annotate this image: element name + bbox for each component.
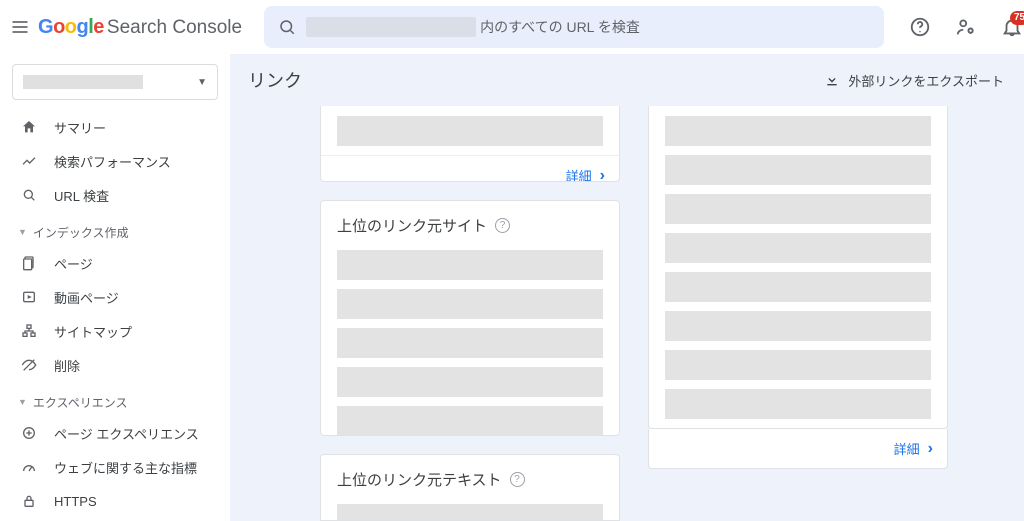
sidebar-item-label: 動画ページ xyxy=(54,288,119,307)
card-top-linking-text: 上位のリンク元テキスト ? xyxy=(320,454,620,521)
left-column: 詳細 › 上位のリンク元サイト ? xyxy=(320,106,620,521)
sitemap-icon xyxy=(18,323,40,339)
list-item[interactable] xyxy=(665,389,931,419)
plus-circle-icon xyxy=(18,425,40,441)
selected-property-redacted xyxy=(23,75,143,89)
list-item[interactable] xyxy=(337,504,603,521)
top-right-icons: 75 xyxy=(900,7,1024,47)
notification-badge: 75 xyxy=(1010,11,1024,25)
sidebar: ▼ サマリー 検索パフォーマンス URL 検査 ▼ インデックス作成 ページ 動… xyxy=(0,54,230,521)
sidebar-item-https[interactable]: HTTPS xyxy=(0,484,220,518)
sidebar-item-summary[interactable]: サマリー xyxy=(0,110,220,144)
speed-icon xyxy=(18,459,40,475)
list-item[interactable] xyxy=(665,311,931,341)
sidebar-item-label: 削除 xyxy=(54,356,80,375)
sidebar-item-url-inspect[interactable]: URL 検査 xyxy=(0,178,220,212)
card-title: 上位のリンク元テキスト xyxy=(337,469,502,490)
export-label: 外部リンクをエクスポート xyxy=(848,71,1004,90)
help-tooltip-icon[interactable]: ? xyxy=(495,218,510,233)
notifications-icon[interactable]: 75 xyxy=(992,7,1024,47)
url-inspect-search[interactable]: 内のすべての URL を検査 xyxy=(264,6,884,48)
chevron-right-icon: › xyxy=(928,440,933,458)
page-header: リンク 外部リンクをエクスポート xyxy=(230,54,1024,106)
home-icon xyxy=(18,119,40,135)
top-bar: Google Search Console 内のすべての URL を検査 75 xyxy=(0,0,1024,54)
search-icon xyxy=(18,187,40,203)
lock-icon xyxy=(18,493,40,509)
sidebar-item-label: URL 検査 xyxy=(54,186,109,205)
list-item[interactable] xyxy=(665,233,931,263)
card-more-button[interactable]: 詳細 › xyxy=(321,155,619,182)
card-title: 上位のリンク元サイト xyxy=(337,215,487,236)
card-top-linking-sites: 上位のリンク元サイト ? 詳細 › xyxy=(320,200,620,436)
product-name: Search Console xyxy=(107,17,242,39)
section-label: エクスペリエンス xyxy=(33,394,128,411)
sidebar-item-label: サイトマップ xyxy=(54,322,132,341)
sidebar-item-removals[interactable]: 削除 xyxy=(0,348,220,382)
more-label: 詳細 xyxy=(566,166,592,182)
main-content: リンク 外部リンクをエクスポート 詳細 › xyxy=(230,54,1024,521)
sidebar-item-performance[interactable]: 検索パフォーマンス xyxy=(0,144,220,178)
sidebar-item-sitemaps[interactable]: サイトマップ xyxy=(0,314,220,348)
list-item[interactable] xyxy=(337,289,603,319)
section-label: インデックス作成 xyxy=(33,224,129,241)
sidebar-item-label: サマリー xyxy=(54,118,106,137)
property-selector[interactable]: ▼ xyxy=(12,64,218,100)
help-icon[interactable] xyxy=(900,7,940,47)
hamburger-menu-icon[interactable] xyxy=(10,7,30,47)
search-icon xyxy=(278,18,296,36)
caret-down-icon: ▼ xyxy=(197,77,207,88)
google-search-console-logo[interactable]: Google Search Console xyxy=(38,16,242,39)
property-name-redacted xyxy=(306,17,476,37)
caret-down-icon: ▼ xyxy=(18,397,27,407)
right-column: 詳細 › xyxy=(648,106,948,521)
card-internal-links xyxy=(648,106,948,429)
list-item[interactable] xyxy=(665,272,931,302)
download-icon xyxy=(824,72,840,88)
list-item[interactable] xyxy=(337,116,603,146)
sidebar-item-label: 検索パフォーマンス xyxy=(54,152,171,171)
sidebar-section-experience[interactable]: ▼ エクスペリエンス xyxy=(0,388,220,416)
list-item[interactable] xyxy=(337,250,603,280)
cards-area: 詳細 › 上位のリンク元サイト ? xyxy=(230,106,1024,521)
sidebar-item-page-experience[interactable]: ページ エクスペリエンス xyxy=(0,416,220,450)
sidebar-item-label: ウェブに関する主な指標 xyxy=(54,458,197,477)
more-label: 詳細 xyxy=(894,439,920,458)
page-title: リンク xyxy=(248,67,302,93)
sidebar-item-pages[interactable]: ページ xyxy=(0,246,220,280)
chevron-right-icon: › xyxy=(600,167,605,183)
sidebar-section-indexing[interactable]: ▼ インデックス作成 xyxy=(0,218,220,246)
card-top-linked-pages: 詳細 › xyxy=(320,106,620,182)
list-item[interactable] xyxy=(337,328,603,358)
page-icon xyxy=(18,255,40,271)
trend-icon xyxy=(18,153,40,169)
sidebar-item-label: HTTPS xyxy=(54,494,97,509)
video-icon xyxy=(18,289,40,305)
list-item[interactable] xyxy=(665,350,931,380)
remove-icon xyxy=(18,357,40,373)
sidebar-item-label: ページ xyxy=(54,254,93,273)
search-placeholder: 内のすべての URL を検査 xyxy=(480,17,640,37)
export-external-links-button[interactable]: 外部リンクをエクスポート xyxy=(824,71,1004,90)
list-item[interactable] xyxy=(665,194,931,224)
list-item[interactable] xyxy=(665,116,931,146)
list-item[interactable] xyxy=(337,367,603,397)
users-settings-icon[interactable] xyxy=(946,7,986,47)
card-more-button[interactable]: 詳細 › xyxy=(648,429,948,469)
help-tooltip-icon[interactable]: ? xyxy=(510,472,525,487)
sidebar-item-video-pages[interactable]: 動画ページ xyxy=(0,280,220,314)
sidebar-item-label: ページ エクスペリエンス xyxy=(54,424,199,443)
sidebar-item-core-web-vitals[interactable]: ウェブに関する主な指標 xyxy=(0,450,220,484)
list-item[interactable] xyxy=(337,406,603,436)
list-item[interactable] xyxy=(665,155,931,185)
caret-down-icon: ▼ xyxy=(18,227,27,237)
